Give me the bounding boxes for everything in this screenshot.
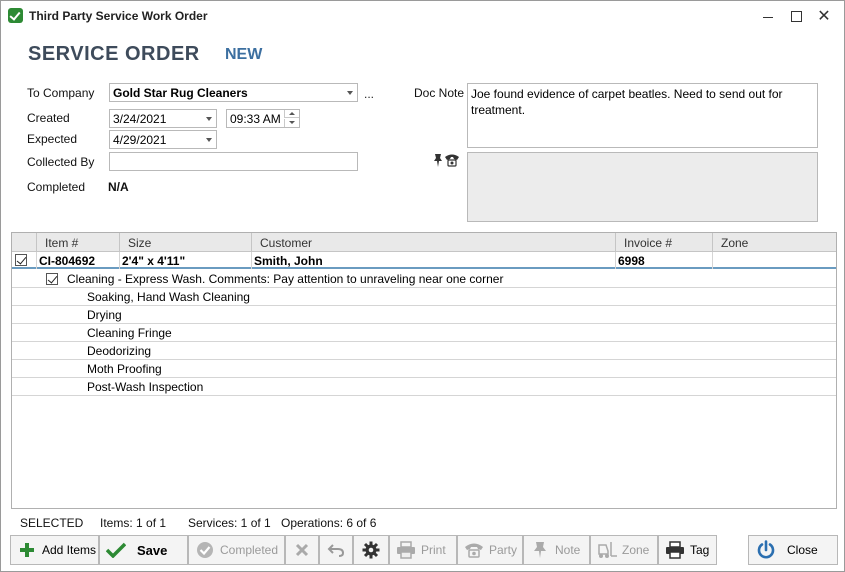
spin-up-icon[interactable]: [284, 110, 299, 118]
zone-label: Zone: [622, 543, 650, 557]
x-icon: [295, 543, 309, 557]
status-selected: SELECTED: [20, 516, 84, 530]
invoice-cell: 6998: [618, 254, 645, 268]
chevron-down-icon: [206, 138, 212, 142]
list-item[interactable]: Deodorizing: [12, 342, 836, 360]
to-company-browse-button[interactable]: ...: [364, 87, 374, 101]
party-label: Party: [489, 543, 518, 557]
chevron-down-icon: [206, 117, 212, 121]
pin-phone-icon[interactable]: [433, 152, 461, 168]
expected-date-value: 4/29/2021: [113, 133, 167, 147]
secondary-note-field[interactable]: [467, 152, 818, 222]
close-label: Close: [787, 543, 818, 557]
note-button[interactable]: Note: [523, 535, 590, 565]
expected-label: Expected: [27, 132, 78, 146]
pushpin-icon: [529, 540, 551, 560]
created-time-spinner[interactable]: 09:33 AM: [226, 109, 300, 128]
collected-by-label: Collected By: [27, 155, 95, 169]
created-label: Created: [27, 111, 70, 125]
items-grid: Item # Size Customer Invoice # Zone CI-8…: [11, 232, 837, 509]
add-items-button[interactable]: Add Items: [10, 535, 99, 565]
tag-label: Tag: [690, 543, 710, 557]
chevron-down-icon: [347, 91, 353, 95]
power-icon: [755, 540, 777, 560]
check-circle-icon: [194, 540, 216, 560]
created-time-value: 09:33 AM: [230, 112, 281, 126]
column-header-zone[interactable]: Zone: [721, 236, 748, 250]
created-date-value: 3/24/2021: [113, 112, 167, 126]
list-item[interactable]: Post-Wash Inspection: [12, 378, 836, 396]
gear-icon: [362, 541, 380, 559]
undo-icon: [327, 544, 345, 557]
plus-icon: [16, 540, 38, 560]
cancel-button[interactable]: [285, 535, 319, 565]
undo-button[interactable]: [319, 535, 353, 565]
checkmark-icon: [105, 540, 127, 560]
operation-label: Cleaning Fringe: [87, 326, 172, 340]
completed-button[interactable]: Completed: [188, 535, 285, 565]
maximize-button[interactable]: [782, 5, 810, 27]
operation-label: Drying: [87, 308, 122, 322]
completed-label: Completed: [27, 180, 86, 194]
service-checkbox[interactable]: [46, 273, 58, 285]
status-items: Items: 1 of 1: [100, 516, 167, 530]
grid-header: Item # Size Customer Invoice # Zone: [12, 233, 836, 252]
size-cell: 2'4" x 4'11": [122, 254, 186, 268]
service-order-window: Third Party Service Work Order ✕ SERVICE…: [0, 0, 845, 572]
item-checkbox[interactable]: [15, 254, 27, 266]
collected-by-field[interactable]: [109, 152, 358, 171]
service-row[interactable]: Cleaning - Express Wash. Comments: Pay a…: [12, 270, 836, 288]
print-label: Print: [421, 543, 446, 557]
tag-button[interactable]: Tag: [658, 535, 717, 565]
column-header-customer[interactable]: Customer: [260, 236, 312, 250]
save-button[interactable]: Save: [99, 535, 188, 565]
to-company-label: To Company: [27, 86, 95, 100]
app-check-icon: [8, 8, 23, 23]
operation-label: Deodorizing: [87, 344, 152, 358]
item-number-cell: CI-804692: [39, 254, 96, 268]
spin-down-icon[interactable]: [284, 119, 299, 127]
settings-button[interactable]: [353, 535, 389, 565]
page-title: SERVICE ORDER: [28, 43, 200, 65]
printer-icon: [395, 540, 417, 560]
doc-note-label: Doc Note: [414, 86, 465, 100]
operation-label: Post-Wash Inspection: [87, 380, 204, 394]
column-header-size[interactable]: Size: [128, 236, 151, 250]
title-bar: Third Party Service Work Order ✕: [1, 1, 844, 31]
service-line-text: Cleaning - Express Wash. Comments: Pay a…: [67, 272, 504, 286]
table-row[interactable]: CI-804692 2'4" x 4'11" Smith, John 6998: [12, 252, 836, 269]
column-header-invoice[interactable]: Invoice #: [624, 236, 672, 250]
status-badge: NEW: [225, 46, 263, 63]
column-header-item[interactable]: Item #: [45, 236, 78, 250]
customer-cell: Smith, John: [254, 254, 323, 268]
doc-note-field[interactable]: Joe found evidence of carpet beatles. Ne…: [467, 83, 818, 148]
phone-icon: [463, 540, 485, 560]
print-button[interactable]: Print: [389, 535, 457, 565]
to-company-select[interactable]: Gold Star Rug Cleaners: [109, 83, 358, 102]
party-button[interactable]: Party: [457, 535, 523, 565]
status-operations: Operations: 6 of 6: [281, 516, 377, 530]
close-button[interactable]: Close: [748, 535, 838, 565]
operation-label: Soaking, Hand Wash Cleaning: [87, 290, 250, 304]
list-item[interactable]: Soaking, Hand Wash Cleaning: [12, 288, 836, 306]
tag-printer-icon: [664, 540, 686, 560]
operation-label: Moth Proofing: [87, 362, 162, 376]
minimize-button[interactable]: [754, 5, 782, 27]
add-items-label: Add Items: [42, 543, 97, 557]
list-item[interactable]: Drying: [12, 306, 836, 324]
completed-value: N/A: [108, 180, 129, 194]
expected-date-picker[interactable]: 4/29/2021: [109, 130, 217, 149]
forklift-icon: [596, 540, 618, 560]
window-title: Third Party Service Work Order: [29, 9, 208, 23]
completed-label: Completed: [220, 543, 279, 557]
list-item[interactable]: Moth Proofing: [12, 360, 836, 378]
window-close-button[interactable]: ✕: [810, 5, 838, 27]
save-label: Save: [137, 542, 168, 558]
status-services: Services: 1 of 1: [188, 516, 271, 530]
created-date-picker[interactable]: 3/24/2021: [109, 109, 217, 128]
note-label: Note: [555, 543, 581, 557]
zone-button[interactable]: Zone: [590, 535, 658, 565]
to-company-value: Gold Star Rug Cleaners: [113, 86, 248, 100]
list-item[interactable]: Cleaning Fringe: [12, 324, 836, 342]
